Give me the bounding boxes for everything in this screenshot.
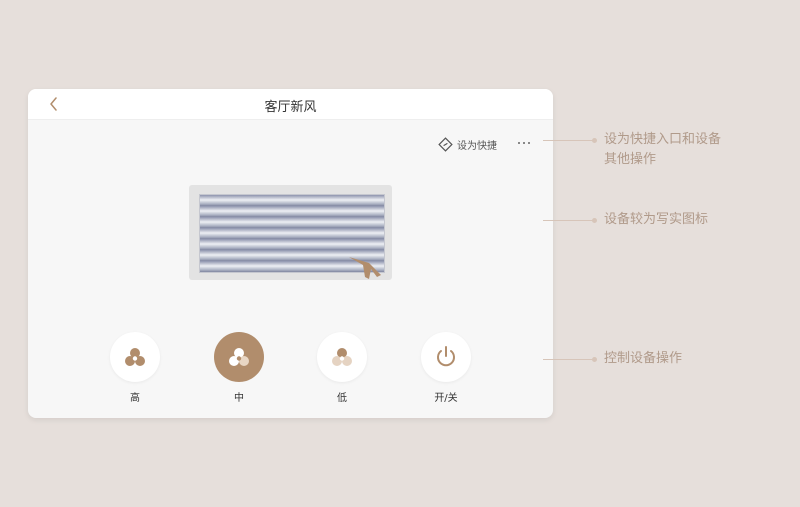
fan-medium-button[interactable] [214,332,264,382]
airflow-flap [349,257,381,279]
power-button[interactable] [421,332,471,382]
more-dots-icon [518,142,520,144]
fresh-air-unit-realistic-icon [189,185,392,280]
fan-low-icon [332,348,352,366]
fan-medium-icon [229,348,249,366]
fan-high-button[interactable] [110,332,160,382]
annotation-line-3 [543,359,593,360]
power-icon [437,346,455,367]
annotation-device-icon: 设备较为写实图标 [604,212,709,227]
shortcut-label: 设为快捷 [457,140,497,152]
fan-low-label: 低 [337,393,347,404]
more-options-button[interactable] [515,136,533,150]
more-dot [523,142,525,144]
page-title: 客厅新风 [264,100,317,115]
annotation-dot-1 [592,138,597,143]
shortcut-diamond-icon [438,136,453,152]
more-dot [528,142,530,144]
fan-high-label: 高 [130,393,140,404]
annotation-controls: 控制设备操作 [604,351,683,366]
annotation-dot-3 [592,357,597,362]
annotation-line-2 [543,220,593,221]
fan-high-icon [125,348,145,366]
header-bar: 客厅新风 [28,89,553,120]
set-shortcut-button[interactable]: 设为快捷 [438,136,497,152]
annotation-shortcut-line1: 设为快捷入口和设备 [604,132,722,147]
fan-medium-label: 中 [234,393,244,404]
fan-low-button[interactable] [317,332,367,382]
device-card: 客厅新风 设为快捷 高 中 低 开/关 [28,89,553,418]
annotation-shortcut: 设为快捷入口和设备 其他操作 [604,130,721,170]
power-label: 开/关 [434,393,458,404]
annotation-shortcut-line2: 其他操作 [604,152,657,167]
annotation-dot-2 [592,218,597,223]
annotation-line-1 [543,140,593,141]
